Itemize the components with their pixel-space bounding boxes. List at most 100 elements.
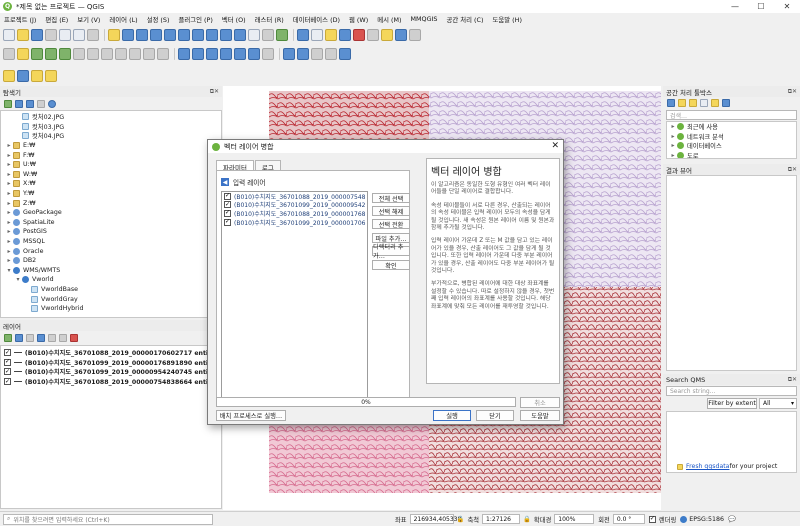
label-tool-icon[interactable] <box>178 48 190 60</box>
panel-float-close-icon[interactable]: ⧉✕ <box>210 88 219 96</box>
add-line-icon[interactable] <box>45 48 57 60</box>
redo-icon[interactable] <box>157 48 169 60</box>
ok-button[interactable]: 확인 <box>372 260 410 270</box>
run-button[interactable]: 실행 <box>433 410 471 421</box>
expand-all-icon[interactable] <box>48 334 56 342</box>
model-icon[interactable] <box>667 99 675 107</box>
remove-layer-icon[interactable] <box>70 334 78 342</box>
browser-item[interactable]: ▸ PostGIS <box>1 227 221 237</box>
layer-visibility-checkbox[interactable]: ✓ <box>4 378 11 386</box>
add-selected-icon[interactable] <box>15 99 23 108</box>
paste-features-icon[interactable] <box>129 48 141 60</box>
chevron-down-icon[interactable]: ▾ <box>14 276 22 283</box>
layer-row[interactable]: ✓ (B010)수치지도_36701088_2019_00000754838664… <box>4 377 221 387</box>
input-layer-checkbox[interactable]: ✓ <box>224 218 231 226</box>
style-manager-icon[interactable] <box>87 28 99 41</box>
add-group-icon[interactable] <box>15 334 23 342</box>
zoom-in-icon[interactable] <box>136 28 148 41</box>
chevron-right-icon[interactable]: ▸ <box>5 142 13 149</box>
layer-row[interactable]: ✓ (B010)수치지도_36701099_2019_00000954240745… <box>4 367 221 377</box>
print-layout-icon[interactable] <box>59 28 71 41</box>
close-window-button[interactable]: ✕ <box>774 0 800 13</box>
chevron-right-icon[interactable]: ▸ <box>5 257 13 264</box>
panel-float-close-icon[interactable]: ⧉✕ <box>788 88 797 96</box>
undo-icon[interactable] <box>143 48 155 60</box>
menu-item[interactable]: 래스터 (R) <box>255 15 284 24</box>
browser-item[interactable]: ▸ Z:₩ <box>1 198 221 208</box>
collapse-all-icon[interactable] <box>37 99 45 108</box>
plugin-tool2-icon[interactable] <box>325 48 337 60</box>
vertex-tool-icon[interactable] <box>73 48 85 60</box>
maximize-button[interactable]: ☐ <box>748 0 774 13</box>
lock-icon[interactable]: 🔒 <box>457 515 465 523</box>
chevron-right-icon[interactable]: ▸ <box>5 228 13 235</box>
add-directory-button[interactable]: 디렉터리 추가… <box>372 244 410 260</box>
browser-item[interactable]: ▸ MSSQL <box>1 237 221 247</box>
select-all-button[interactable]: 전체 선택 <box>372 193 410 203</box>
render-checkbox[interactable]: ✓ <box>648 515 656 523</box>
processing-item[interactable]: ▸ 데이터베이스 <box>667 141 796 151</box>
layer-visibility-checkbox[interactable]: ✓ <box>4 349 11 357</box>
filter-legend-icon[interactable] <box>37 334 45 342</box>
collapse-all-icon[interactable] <box>59 334 67 342</box>
browser-item[interactable]: ▸ DB2 <box>1 256 221 266</box>
plugin-tool-icon[interactable] <box>311 48 323 60</box>
save-project-icon[interactable] <box>31 28 43 41</box>
info-icon[interactable] <box>48 99 56 108</box>
browser-item[interactable]: ▸ W:₩ <box>1 170 221 180</box>
cut-features-icon[interactable] <box>101 48 113 60</box>
menu-item[interactable]: 설정 (S) <box>147 15 170 24</box>
delete-selected-icon[interactable] <box>87 48 99 60</box>
browser-item[interactable]: 컷처04.JPG <box>1 131 221 141</box>
results-viewer-icon[interactable] <box>45 69 57 82</box>
refresh-icon[interactable] <box>4 99 12 108</box>
menu-item[interactable]: 플러그인 (P) <box>178 15 212 24</box>
menu-item[interactable]: 프로젝트 (J) <box>4 15 36 24</box>
zoom-full-icon[interactable] <box>164 28 176 41</box>
processing-item[interactable]: ▸ 최근에 사용 <box>667 122 796 132</box>
add-point-icon[interactable] <box>31 48 43 60</box>
edit-pencil-icon[interactable] <box>17 48 29 60</box>
browser-item[interactable]: VworldBase <box>1 285 221 295</box>
text-annotation-icon[interactable] <box>409 28 421 41</box>
save-as-icon[interactable] <box>45 28 57 41</box>
chevron-right-icon[interactable]: ▸ <box>5 180 13 187</box>
plugin-search-icon[interactable] <box>339 48 351 60</box>
open-styling-icon[interactable] <box>4 334 12 342</box>
scale-select[interactable]: 1:27126 <box>482 514 521 524</box>
toggle-selection-button[interactable]: 선택 전환 <box>372 219 410 229</box>
zoom-layer-icon[interactable] <box>192 28 204 41</box>
processing-item[interactable]: ▸ 네트워크 분석 <box>667 132 796 142</box>
input-layer-item[interactable]: ✓ (B010)수치지도_36701099_2019_000009542 <box>222 201 367 209</box>
chevron-right-icon[interactable]: ▸ <box>5 209 13 216</box>
chevron-right-icon[interactable]: ▸ <box>669 133 677 140</box>
layer-visibility-checkbox[interactable]: ✓ <box>4 368 11 376</box>
menu-item[interactable]: 편집 (E) <box>45 15 68 24</box>
processing-toolbox-icon[interactable] <box>3 69 15 82</box>
minimize-button[interactable]: — <box>722 0 748 13</box>
menu-item[interactable]: 메시 (M) <box>377 15 401 24</box>
layout-manager-icon[interactable] <box>73 28 85 41</box>
browser-item[interactable]: VworldGray <box>1 294 221 304</box>
layer-row[interactable]: ✓ (B010)수치지도_36701088_2019_00000170602717… <box>4 348 221 358</box>
scale-lock-icon[interactable]: 🔒 <box>523 515 531 523</box>
menu-item[interactable]: 보기 (V) <box>77 15 100 24</box>
chevron-right-icon[interactable]: ▸ <box>669 142 677 149</box>
open-project-icon[interactable] <box>17 28 29 41</box>
chevron-right-icon[interactable]: ▸ <box>5 190 13 197</box>
chevron-right-icon[interactable]: ▸ <box>5 238 13 245</box>
refresh-icon[interactable] <box>276 28 288 41</box>
dialog-close-icon[interactable]: ✕ <box>551 141 559 151</box>
zoom-last-icon[interactable] <box>220 28 232 41</box>
batch-process-button[interactable]: 배치 프로세스로 실행… <box>216 410 286 421</box>
history-icon[interactable] <box>678 99 686 107</box>
coordinate-field[interactable]: 216934,405338 <box>409 514 461 524</box>
zoom-native-icon[interactable] <box>206 28 218 41</box>
chevron-right-icon[interactable]: ▸ <box>5 161 13 168</box>
back-arrow-icon[interactable]: ◀ <box>221 178 229 186</box>
qms-search-input[interactable]: Search string... <box>666 386 797 396</box>
crs-globe-icon[interactable] <box>680 515 688 523</box>
zoom-next-icon[interactable] <box>234 28 246 41</box>
manage-visibility-icon[interactable] <box>26 334 34 342</box>
bookmark-icon[interactable] <box>395 28 407 41</box>
